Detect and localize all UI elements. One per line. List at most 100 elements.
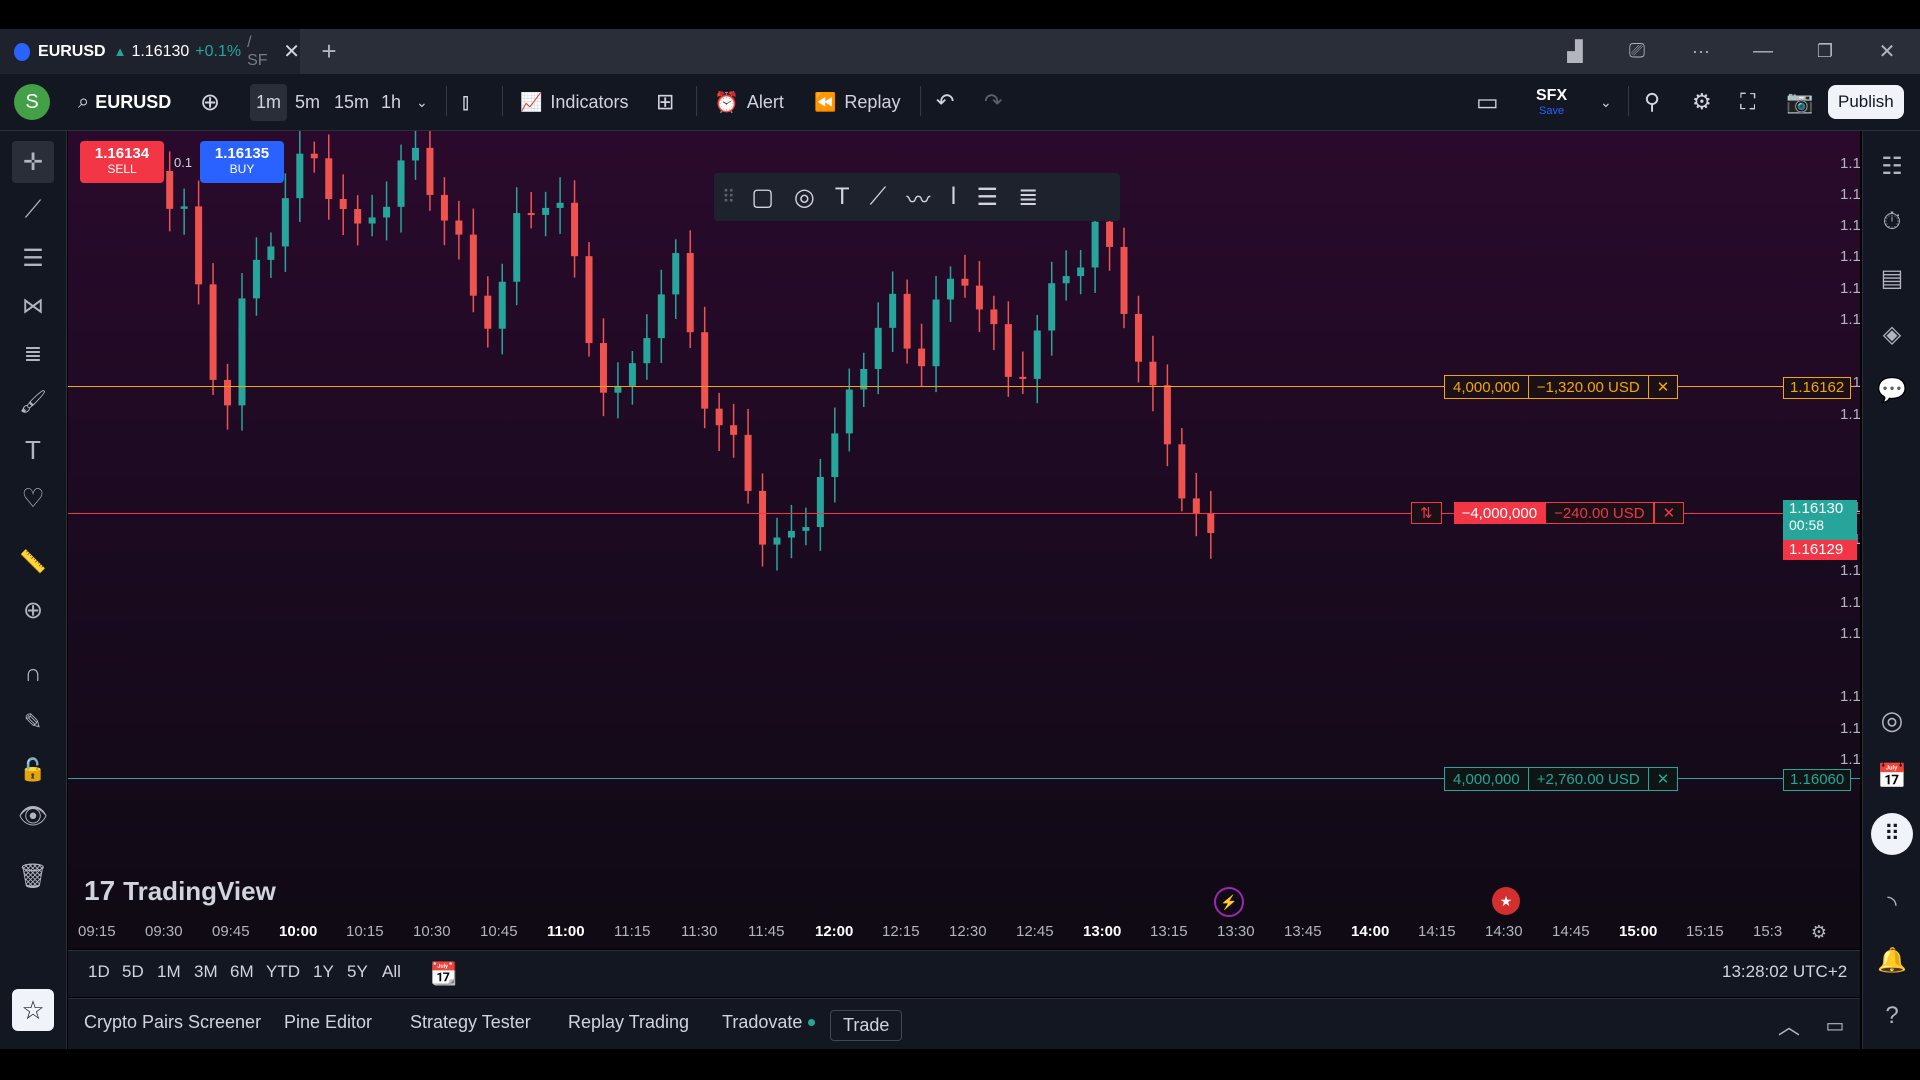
timeframe-ytd[interactable]: YTD: [266, 962, 300, 982]
alert-button[interactable]: ⏰ Alert: [714, 74, 784, 130]
text-icon[interactable]: T: [12, 429, 54, 471]
reverse-icon[interactable]: ⇅: [1411, 502, 1442, 524]
news-icon[interactable]: ▤: [1871, 257, 1913, 299]
lightning-event-icon[interactable]: ⚡: [1214, 887, 1244, 917]
clock[interactable]: 13:28:02 UTC+2: [1722, 962, 1847, 982]
line-tool-icon[interactable]: ⟋: [870, 183, 887, 211]
timeframe-1y[interactable]: 1Y: [313, 962, 334, 982]
broker-icon[interactable]: ▟: [1560, 36, 1590, 66]
avatar[interactable]: S: [14, 74, 50, 130]
more-icon[interactable]: ···: [1686, 36, 1716, 66]
maximize-panel-icon[interactable]: ▭: [1822, 1012, 1848, 1038]
timeframe-all[interactable]: All: [382, 962, 401, 982]
timeframe-3m[interactable]: 3M: [194, 962, 218, 982]
interval-15m[interactable]: 15m: [334, 74, 369, 130]
watchlist-icon[interactable]: ☷: [1871, 145, 1913, 187]
target-icon[interactable]: ◎: [1871, 699, 1913, 741]
indicators-button[interactable]: 📈 Indicators: [520, 74, 628, 130]
close-order-icon[interactable]: ✕: [1649, 768, 1678, 790]
order-tp-bottom[interactable]: 4,000,000 +2,760.00 USD ✕: [1444, 767, 1679, 791]
interval-dropdown-icon[interactable]: ⌄: [416, 74, 428, 130]
trash-icon[interactable]: 🗑: [12, 855, 54, 897]
buy-button[interactable]: 1.16135 BUY: [200, 141, 284, 183]
magnet-icon[interactable]: ∩: [12, 653, 54, 695]
chevron-up-icon[interactable]: ︿: [1776, 1012, 1802, 1039]
trend-line-icon[interactable]: ⟋: [12, 189, 54, 231]
restore-icon[interactable]: ❐: [1810, 36, 1840, 66]
help-icon[interactable]: ?: [1871, 995, 1913, 1037]
chart-tab[interactable]: EURUSD ▲ 1.16130 +0.1% / SF ✕: [0, 29, 300, 74]
eye-icon[interactable]: 👁: [12, 795, 54, 837]
presentation-icon[interactable]: ⎚: [1622, 36, 1652, 66]
replay-button[interactable]: ⏪ Replay: [814, 74, 900, 130]
compare-icon[interactable]: ⊕: [200, 74, 220, 130]
circle-icon[interactable]: ◎: [794, 183, 815, 212]
fib-extension-icon[interactable]: ≣: [1018, 183, 1038, 212]
timeframe-6m[interactable]: 6M: [230, 962, 254, 982]
candle-type-icon[interactable]: ⫾: [462, 74, 469, 130]
text-tool-icon[interactable]: T: [835, 183, 850, 211]
favorites-star-icon[interactable]: ☆: [12, 989, 54, 1031]
us-flag-event-icon[interactable]: ★: [1492, 887, 1520, 915]
lock-icon[interactable]: 🔓: [12, 749, 54, 791]
alerts-icon[interactable]: ⏱: [1871, 201, 1913, 243]
symbol-search[interactable]: ⌕ EURUSD: [78, 74, 171, 130]
calendar-icon[interactable]: 📅: [1871, 755, 1913, 797]
timeframe-1m[interactable]: 1M: [157, 962, 181, 982]
close-position-icon[interactable]: ✕: [1653, 502, 1685, 524]
fib-retracement-icon[interactable]: ☰: [977, 183, 999, 212]
brush-icon[interactable]: 🖌: [12, 381, 54, 423]
panel-pine-editor[interactable]: Pine Editor: [284, 1012, 372, 1033]
rectangle-icon[interactable]: ▢: [751, 183, 774, 212]
publish-button[interactable]: Publish: [1828, 74, 1904, 130]
fullscreen-icon[interactable]: ⛶: [1740, 74, 1755, 130]
panel-strategy-tester[interactable]: Strategy Tester: [410, 1012, 531, 1033]
heart-icon[interactable]: ♡: [12, 477, 54, 519]
fib-icon[interactable]: ≣: [12, 333, 54, 375]
close-order-icon[interactable]: ✕: [1649, 376, 1678, 398]
redo-icon[interactable]: ↷: [984, 74, 1002, 130]
layout-dropdown-icon[interactable]: ⌄: [1600, 74, 1612, 130]
quick-search-icon[interactable]: ⚲: [1644, 74, 1660, 130]
timeframe-5y[interactable]: 5Y: [347, 962, 368, 982]
templates-icon[interactable]: ⊞: [656, 74, 674, 130]
drag-handle-icon[interactable]: ⠿: [722, 187, 735, 208]
panel-crypto-pairs-screener[interactable]: Crypto Pairs Screener: [84, 1012, 261, 1033]
order-position[interactable]: ⇅ −4,000,000 −240.00 USD ✕: [1411, 502, 1685, 524]
panel-trade[interactable]: Trade: [830, 1010, 903, 1041]
draw-mode-icon[interactable]: ✎: [12, 701, 54, 743]
ruler-icon[interactable]: 📏: [12, 541, 54, 583]
horizontal-lines-icon[interactable]: ☰: [12, 237, 54, 279]
apps-icon[interactable]: ⠿: [1871, 813, 1913, 855]
panel-tradovate[interactable]: Tradovate: [722, 1012, 816, 1033]
layout-icon[interactable]: ▭: [1476, 74, 1499, 130]
sell-button[interactable]: 1.16134 SELL: [80, 141, 164, 183]
layers-icon[interactable]: ◈: [1871, 313, 1913, 355]
broadcast-icon[interactable]: ◝: [1871, 883, 1913, 925]
interval-1h[interactable]: 1h: [381, 74, 401, 130]
timeframe-1d[interactable]: 1D: [88, 962, 110, 982]
path-icon[interactable]: 〰: [906, 180, 930, 215]
interval-5m[interactable]: 5m: [295, 74, 320, 130]
zoom-in-icon[interactable]: ⊕: [12, 589, 54, 631]
new-tab-icon[interactable]: +: [314, 36, 344, 66]
chart-area[interactable]: 4,000,000 −1,320.00 USD ✕ ⇅ −4,000,000 −…: [68, 131, 1860, 949]
close-tab-icon[interactable]: ✕: [283, 39, 300, 64]
minimize-icon[interactable]: —: [1748, 36, 1778, 66]
settings-icon[interactable]: ⚙: [1692, 74, 1712, 130]
chat-icon[interactable]: 💬: [1871, 369, 1913, 411]
snapshot-icon[interactable]: 📷: [1786, 74, 1813, 130]
axis-settings-icon[interactable]: ⚙: [1808, 921, 1830, 943]
panel-replay-trading[interactable]: Replay Trading: [568, 1012, 689, 1033]
vertical-line-icon[interactable]: ǀ: [950, 183, 956, 211]
layout-name[interactable]: SFX Save: [1536, 74, 1567, 130]
date-range-icon[interactable]: 📆: [430, 960, 458, 988]
close-window-icon[interactable]: ✕: [1872, 36, 1902, 66]
order-tp-top[interactable]: 4,000,000 −1,320.00 USD ✕: [1444, 375, 1679, 399]
interval-1m[interactable]: 1m: [250, 74, 288, 130]
timeframe-5d[interactable]: 5D: [122, 962, 144, 982]
undo-icon[interactable]: ↶: [936, 74, 954, 130]
crosshair-icon[interactable]: ✛: [12, 141, 54, 183]
notifications-icon[interactable]: 🔔: [1871, 939, 1913, 981]
pitchfork-icon[interactable]: ⋈: [12, 285, 54, 327]
